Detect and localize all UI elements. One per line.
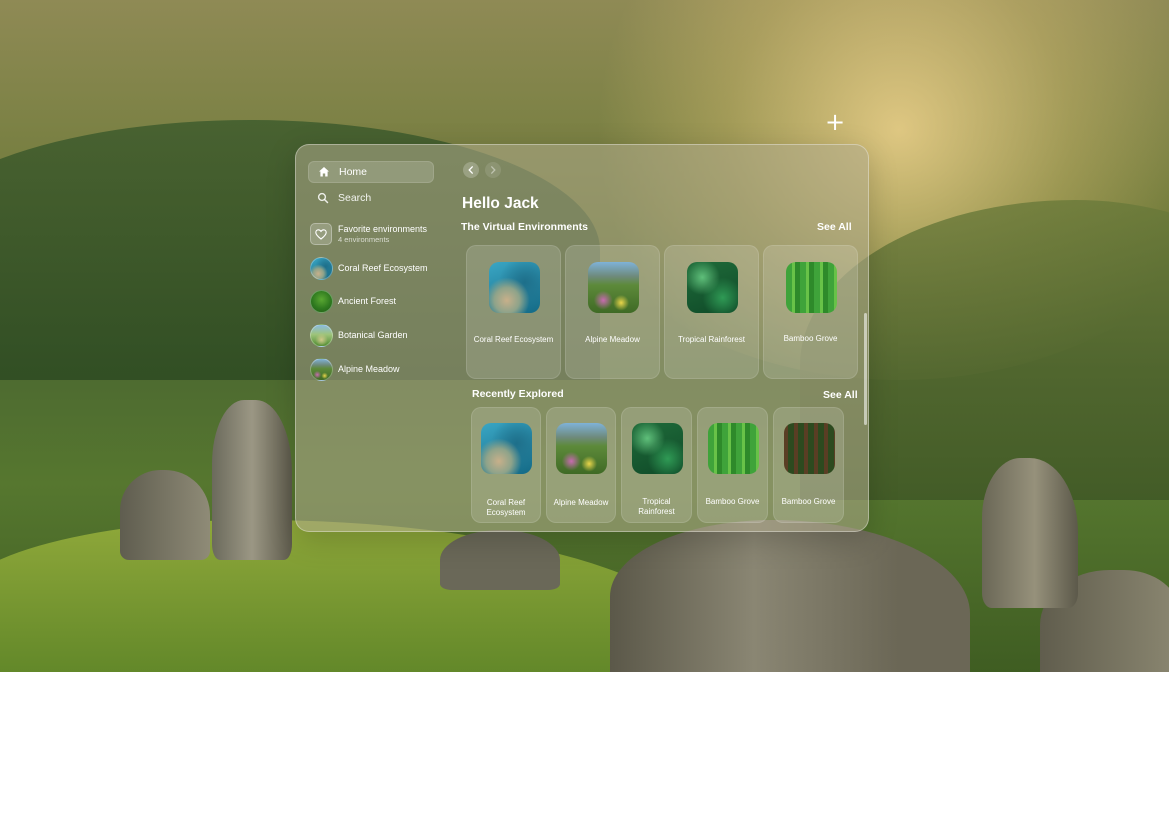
recent-card-bamboo-grove-2[interactable]: Bamboo Grove [773, 407, 844, 523]
env-thumbnail [310, 289, 333, 313]
greeting-title: Hello Jack [462, 195, 539, 212]
env-card-label: Tropical Rainforest [638, 497, 675, 516]
scrollbar[interactable] [864, 313, 867, 425]
sidebar-item-search[interactable]: Search [308, 187, 434, 209]
sidebar-env-botanical-garden[interactable]: Botanical Garden [310, 323, 440, 347]
search-icon [316, 191, 330, 205]
favorite-environments[interactable]: Favorite environments 4 environments [310, 221, 440, 247]
env-card-tropical-rainforest[interactable]: Tropical Rainforest [664, 245, 759, 379]
sidebar-env-label: Botanical Garden [338, 330, 408, 340]
plus-icon: + [824, 108, 846, 136]
env-card-label: Alpine Meadow [585, 335, 640, 344]
virtual-environments-title: The Virtual Environments [461, 221, 588, 233]
env-card-label: Coral Reef Ecosystem [486, 498, 526, 517]
sidebar-env-alpine-meadow[interactable]: Alpine Meadow [310, 357, 440, 381]
back-button[interactable] [463, 162, 479, 178]
env-card-label: Alpine Meadow [553, 498, 609, 507]
env-card-image [588, 262, 639, 313]
rock-spire [212, 400, 292, 560]
env-card-image [481, 423, 532, 474]
env-card-label: Coral Reef Ecosystem [473, 335, 554, 344]
sidebar-env-label: Coral Reef Ecosystem [338, 263, 428, 273]
env-card-label: Tropical Rainforest [678, 335, 745, 344]
chevron-right-icon [491, 166, 496, 174]
forward-button[interactable] [485, 162, 501, 178]
env-card-bamboo-grove[interactable]: Bamboo Grove [763, 245, 858, 379]
env-card-image [687, 262, 738, 313]
env-thumbnail [310, 357, 333, 381]
env-thumbnail [310, 256, 333, 280]
recent-card-coral-reef[interactable]: Coral Reef Ecosystem [471, 407, 541, 523]
rock [440, 530, 560, 590]
sidebar-item-label: Search [338, 192, 372, 204]
see-all-virtual-button[interactable]: See All [817, 221, 852, 233]
heart-icon [310, 223, 332, 245]
env-card-label: Bamboo Grove [705, 497, 760, 506]
recent-card-bamboo-grove[interactable]: Bamboo Grove [697, 407, 768, 523]
sidebar-env-ancient-forest[interactable]: Ancient Forest [310, 289, 440, 313]
env-card-image [632, 423, 683, 474]
sidebar-env-coral-reef[interactable]: Coral Reef Ecosystem [310, 256, 440, 280]
chevron-left-icon [468, 166, 473, 174]
rock [120, 470, 210, 560]
meadow [0, 520, 710, 672]
env-card-label: Bamboo Grove [781, 497, 836, 506]
recent-card-tropical-rainforest[interactable]: Tropical Rainforest [621, 407, 692, 523]
env-card-image [556, 423, 607, 474]
rock-spire [982, 458, 1078, 608]
sidebar-item-home[interactable]: Home [308, 161, 434, 183]
sidebar-env-label: Alpine Meadow [338, 364, 400, 374]
env-card-image [786, 262, 837, 313]
recent-card-alpine-meadow[interactable]: Alpine Meadow [546, 407, 616, 523]
sidebar-env-label: Ancient Forest [338, 296, 397, 306]
env-card-image [708, 423, 759, 474]
rock [610, 520, 970, 672]
env-card-coral-reef[interactable]: Coral Reef Ecosystem [466, 245, 561, 379]
add-window-button[interactable]: + [823, 110, 847, 134]
sidebar: Home Search Favorite environments 4 envi… [296, 145, 446, 531]
env-card-label: Bamboo Grove [783, 334, 838, 343]
env-card-alpine-meadow[interactable]: Alpine Meadow [565, 245, 660, 379]
home-icon [317, 165, 331, 179]
sidebar-item-label: Home [339, 166, 368, 178]
env-card-image [489, 262, 540, 313]
app-window: Home Search Favorite environments 4 envi… [295, 144, 869, 532]
favorites-title: Favorite environments [338, 223, 428, 234]
favorites-count: 4 environments [338, 234, 390, 244]
env-card-image [784, 423, 835, 474]
recently-explored-title: Recently Explored [472, 388, 564, 400]
see-all-recent-button[interactable]: See All [823, 389, 858, 401]
main-content: Hello Jack The Virtual Environments See … [456, 145, 868, 531]
env-thumbnail [310, 323, 333, 347]
